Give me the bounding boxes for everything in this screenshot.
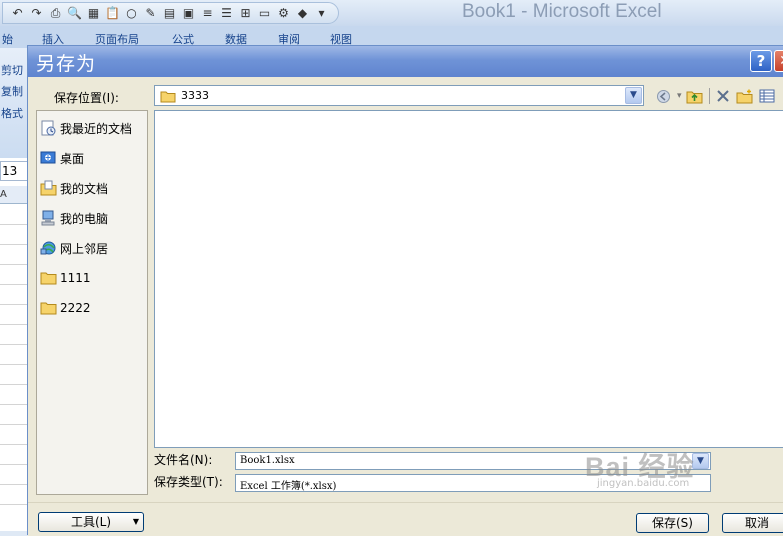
form-icon[interactable]: ▤ xyxy=(161,5,178,22)
filetype-label: 保存类型(T): xyxy=(154,475,223,489)
place-label: 桌面 xyxy=(60,151,85,166)
name-box[interactable]: 13 xyxy=(0,161,28,181)
disc-icon[interactable]: ○ xyxy=(123,5,140,22)
table-icon[interactable]: ▣ xyxy=(180,5,197,22)
dialog-title: 另存为 xyxy=(36,53,97,75)
copy-button[interactable]: 复制 xyxy=(1,83,23,99)
toolbar-separator xyxy=(708,88,710,104)
grid-line xyxy=(0,324,28,325)
network-icon xyxy=(40,241,56,255)
folder-icon xyxy=(160,91,176,103)
place-label: 我最近的文档 xyxy=(60,121,133,136)
excel-titlebar: ↶ ↷ ⎙ 🔍 ▦ 📋 ○ ✎ ▤ ▣ ≡ ☰ ⊞ ▭ ⚙ ◆ ▾ Book1 … xyxy=(0,0,783,26)
redo-icon[interactable]: ↷ xyxy=(28,5,45,22)
grid-line xyxy=(0,344,28,345)
grid-line xyxy=(0,264,28,265)
border-icon[interactable]: ⊞ xyxy=(237,5,254,22)
undo-icon[interactable]: ↶ xyxy=(9,5,26,22)
tools-button-label: 工具(L) xyxy=(70,515,112,529)
place-folder-2222[interactable]: 2222 xyxy=(40,297,91,319)
new-folder-icon[interactable] xyxy=(736,87,753,105)
tools-button[interactable]: 工具(L) ▼ xyxy=(38,512,144,532)
print-icon[interactable]: ⎙ xyxy=(47,5,64,22)
quick-access-toolbar: ↶ ↷ ⎙ 🔍 ▦ 📋 ○ ✎ ▤ ▣ ≡ ☰ ⊞ ▭ ⚙ ◆ ▾ xyxy=(2,2,339,24)
place-my-documents[interactable]: 我的文档 xyxy=(40,177,108,199)
help-button[interactable]: ? xyxy=(750,50,772,72)
print-preview-icon[interactable]: 🔍 xyxy=(66,5,83,22)
column-header-a[interactable]: A xyxy=(0,186,28,204)
fill-color-icon[interactable]: ◆ xyxy=(294,5,311,22)
watermark-url: jingyan.baidu.com xyxy=(597,478,690,489)
chart-icon[interactable]: ⚙ xyxy=(275,5,292,22)
place-my-computer[interactable]: 我的电脑 xyxy=(40,207,108,229)
place-recent-documents[interactable]: 我最近的文档 xyxy=(40,117,132,139)
grid-line xyxy=(0,504,28,505)
brush-icon[interactable]: ✎ xyxy=(142,5,159,22)
grid-line xyxy=(0,444,28,445)
more-icon[interactable]: ▾ xyxy=(313,5,330,22)
align-center-icon[interactable]: ☰ xyxy=(218,5,235,22)
filename-value: Book1.xlsx xyxy=(240,455,295,466)
grid-line xyxy=(0,404,28,405)
chevron-down-icon[interactable]: ▼ xyxy=(625,87,642,104)
back-icon[interactable] xyxy=(656,87,671,105)
place-label: 网上邻居 xyxy=(60,241,109,256)
cancel-button[interactable]: 取消 xyxy=(722,513,783,533)
grid-line xyxy=(0,364,28,365)
baidu-watermark: Bai 经验 jingyan.baidu.com xyxy=(585,445,695,489)
align-left-icon[interactable]: ≡ xyxy=(199,5,216,22)
grid-line xyxy=(0,464,28,465)
filename-label: 文件名(N): xyxy=(154,453,213,467)
back-dropdown-icon[interactable]: ▾ xyxy=(677,87,682,105)
folder-icon xyxy=(40,272,57,285)
views-icon[interactable] xyxy=(759,87,775,105)
chevron-down-icon: ▼ xyxy=(132,517,139,526)
place-network[interactable]: 网上邻居 xyxy=(40,237,108,259)
my-documents-icon xyxy=(40,180,57,196)
places-bar: 我最近的文档 桌面 我的文档 我的电脑 网上邻居 1111 2222 xyxy=(36,110,148,495)
place-label: 我的电脑 xyxy=(60,211,109,226)
place-label: 1111 xyxy=(60,271,91,285)
place-desktop[interactable]: 桌面 xyxy=(40,147,84,169)
grid-line xyxy=(0,424,28,425)
file-list[interactable] xyxy=(154,110,783,448)
ribbon-body: 剪切 复制 格式 xyxy=(0,48,28,158)
excel-left-strip: 剪切 复制 格式 13 A xyxy=(0,48,28,531)
close-button[interactable]: ✕ xyxy=(774,50,783,72)
dialog-titlebar[interactable]: 另存为 ? ✕ xyxy=(28,46,783,77)
grid-line xyxy=(0,244,28,245)
grid-line xyxy=(0,384,28,385)
tab-home[interactable]: 始 xyxy=(2,31,13,47)
desktop-icon xyxy=(40,151,56,164)
app-title: Book1 - Microsoft Excel xyxy=(462,1,662,22)
my-computer-icon xyxy=(41,210,55,226)
grid-line xyxy=(0,304,28,305)
grid-line xyxy=(0,224,28,225)
grid-line xyxy=(0,284,28,285)
doc-icon[interactable]: ▭ xyxy=(256,5,273,22)
grid-icon[interactable]: ▦ xyxy=(85,5,102,22)
paste-icon[interactable]: 📋 xyxy=(104,5,121,22)
place-folder-1111[interactable]: 1111 xyxy=(40,267,91,289)
save-button[interactable]: 保存(S) xyxy=(636,513,709,533)
save-location-dropdown[interactable]: 3333 ▼ xyxy=(154,85,644,106)
cut-button[interactable]: 剪切 xyxy=(1,62,23,78)
format-painter-button[interactable]: 格式 xyxy=(1,105,23,121)
save-in-label: 保存位置(I): xyxy=(54,91,119,105)
save-location-value: 3333 xyxy=(181,89,209,102)
up-folder-icon[interactable] xyxy=(686,87,703,105)
recent-docs-icon xyxy=(41,120,56,136)
place-label: 2222 xyxy=(60,301,91,315)
delete-icon[interactable] xyxy=(716,87,730,105)
filetype-value: Excel 工作簿(*.xlsx) xyxy=(240,481,337,492)
folder-icon xyxy=(40,302,57,315)
dialog-toolbar: ▾ xyxy=(656,86,781,106)
grid-line xyxy=(0,484,28,485)
place-label: 我的文档 xyxy=(60,181,109,196)
